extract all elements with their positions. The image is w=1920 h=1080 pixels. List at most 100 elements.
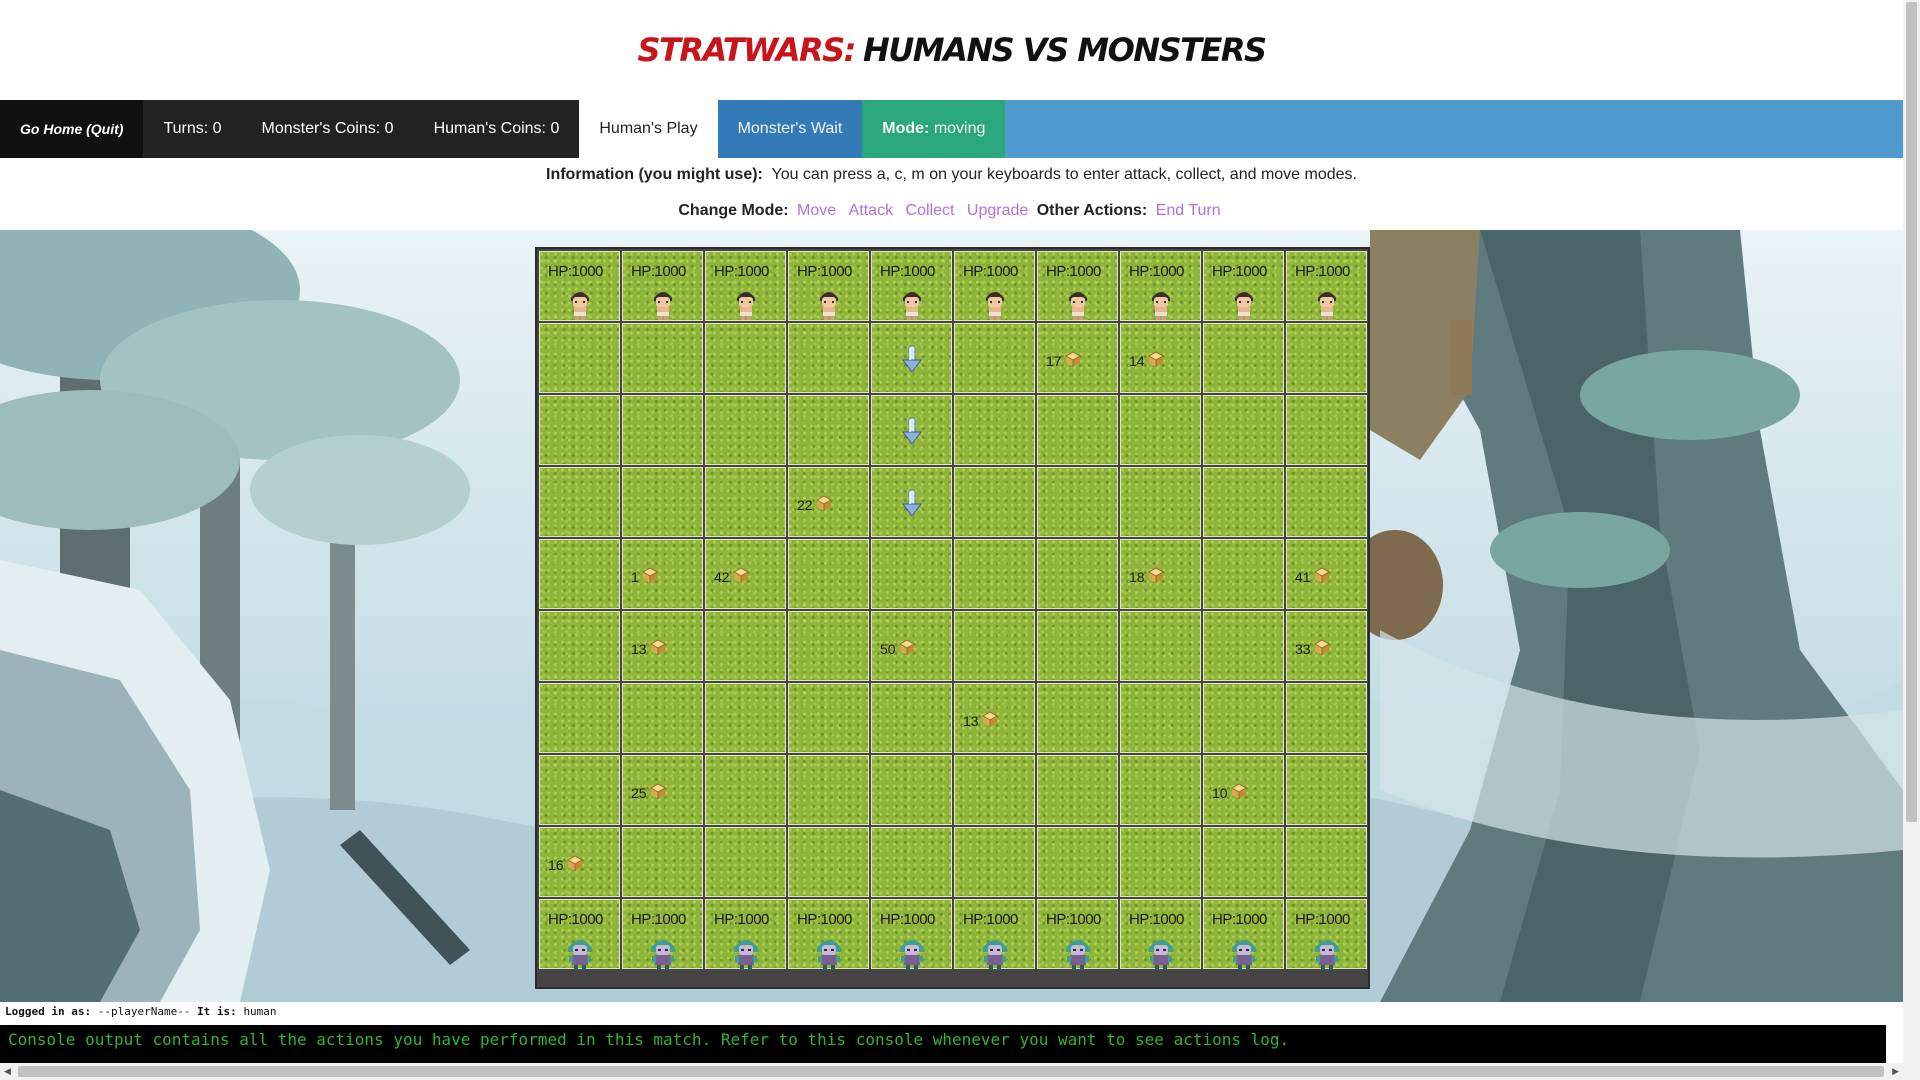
scroll-right-arrow-icon[interactable]: ▶	[1892, 1066, 1899, 1077]
coin-pile[interactable]: 33	[1295, 638, 1331, 659]
board-cell[interactable]	[871, 755, 952, 825]
board-cell[interactable]: HP:1000	[1120, 251, 1201, 321]
board-cell[interactable]: HP:1000	[705, 251, 786, 321]
human-unit-icon[interactable]	[1147, 286, 1175, 325]
coin-pile[interactable]: 18	[1129, 566, 1165, 587]
board-cell[interactable]: HP:1000	[539, 899, 620, 970]
human-unit-icon[interactable]	[649, 286, 677, 325]
end-turn-link[interactable]: End Turn	[1156, 202, 1221, 219]
board-cell[interactable]	[871, 539, 952, 609]
human-unit-icon[interactable]	[815, 286, 843, 325]
board-cell[interactable]	[1037, 539, 1118, 609]
coin-pile[interactable]: 25	[631, 782, 667, 803]
board-cell[interactable]	[622, 467, 703, 537]
board-cell[interactable]: 14	[1120, 323, 1201, 393]
board-cell[interactable]: 17	[1037, 323, 1118, 393]
humans-play-tab[interactable]: Human's Play	[579, 100, 718, 158]
board-cell[interactable]	[705, 323, 786, 393]
coin-pile[interactable]: 42	[714, 566, 750, 587]
board-cell[interactable]	[705, 611, 786, 681]
board-cell[interactable]	[954, 395, 1035, 465]
board-cell[interactable]: HP:1000	[622, 899, 703, 970]
board-cell[interactable]: 13	[622, 611, 703, 681]
monster-unit-icon[interactable]	[814, 934, 844, 975]
coin-pile[interactable]: 22	[797, 494, 833, 515]
monster-unit-icon[interactable]	[980, 934, 1010, 975]
board-cell[interactable]	[871, 395, 952, 465]
board-cell[interactable]	[788, 827, 869, 897]
board-cell[interactable]: 41	[1286, 539, 1367, 609]
coin-pile[interactable]: 10	[1212, 782, 1248, 803]
board-cell[interactable]: 50	[871, 611, 952, 681]
monster-unit-icon[interactable]	[1063, 934, 1093, 975]
board-cell[interactable]	[705, 395, 786, 465]
board-cell[interactable]	[705, 467, 786, 537]
human-unit-icon[interactable]	[732, 286, 760, 325]
board-cell[interactable]: HP:1000	[1203, 899, 1284, 970]
coin-pile[interactable]: 13	[963, 710, 999, 731]
horizontal-scroll-thumb[interactable]	[18, 1066, 1884, 1077]
board-cell[interactable]	[1120, 683, 1201, 753]
board-cell[interactable]	[1286, 683, 1367, 753]
board-cell[interactable]	[954, 539, 1035, 609]
board-cell[interactable]	[954, 467, 1035, 537]
board-cell[interactable]: HP:1000	[1286, 899, 1367, 970]
board-cell[interactable]	[539, 683, 620, 753]
board-cell[interactable]	[871, 323, 952, 393]
coin-pile[interactable]: 17	[1046, 350, 1082, 371]
board-cell[interactable]: HP:1000	[1120, 899, 1201, 970]
coin-pile[interactable]: 1	[631, 566, 659, 587]
board-cell[interactable]	[539, 611, 620, 681]
board-cell[interactable]	[1120, 755, 1201, 825]
board-cell[interactable]	[1120, 395, 1201, 465]
board-cell[interactable]	[1203, 683, 1284, 753]
board-cell[interactable]	[788, 755, 869, 825]
go-home-quit-button[interactable]: Go Home (Quit)	[0, 100, 144, 158]
monster-unit-icon[interactable]	[731, 934, 761, 975]
board-cell[interactable]	[1037, 683, 1118, 753]
vertical-scroll-thumb[interactable]	[1906, 2, 1917, 822]
human-unit-icon[interactable]	[566, 286, 594, 325]
human-unit-icon[interactable]	[1230, 286, 1258, 325]
board-cell[interactable]	[1203, 467, 1284, 537]
board-cell[interactable]	[622, 323, 703, 393]
board-cell[interactable]	[954, 755, 1035, 825]
board-cell[interactable]	[705, 683, 786, 753]
horizontal-scrollbar[interactable]: ◀ ▶	[0, 1063, 1903, 1080]
board-cell[interactable]	[705, 755, 786, 825]
upgrade-mode-link[interactable]: Upgrade	[967, 202, 1028, 219]
board-cell[interactable]	[1286, 827, 1367, 897]
monster-unit-icon[interactable]	[897, 934, 927, 975]
board-cell[interactable]	[539, 755, 620, 825]
board-cell[interactable]	[1286, 323, 1367, 393]
board-cell[interactable]: 25	[622, 755, 703, 825]
board-cell[interactable]	[954, 323, 1035, 393]
board-cell[interactable]: 42	[705, 539, 786, 609]
board-cell[interactable]: 16	[539, 827, 620, 897]
human-unit-icon[interactable]	[1064, 286, 1092, 325]
board-cell[interactable]: HP:1000	[1037, 899, 1118, 970]
scroll-left-arrow-icon[interactable]: ◀	[4, 1066, 11, 1077]
move-arrow-down-icon[interactable]	[901, 488, 923, 523]
human-unit-icon[interactable]	[1313, 286, 1341, 325]
board-cell[interactable]	[871, 827, 952, 897]
collect-mode-link[interactable]: Collect	[906, 202, 955, 219]
attack-mode-link[interactable]: Attack	[849, 202, 893, 219]
board-cell[interactable]: HP:1000	[1286, 251, 1367, 321]
coin-pile[interactable]: 16	[548, 854, 584, 875]
monster-unit-icon[interactable]	[1312, 934, 1342, 975]
board-cell[interactable]	[1286, 395, 1367, 465]
board-cell[interactable]: HP:1000	[871, 251, 952, 321]
board-cell[interactable]	[622, 683, 703, 753]
board-cell[interactable]	[1286, 755, 1367, 825]
board-cell[interactable]: HP:1000	[788, 899, 869, 970]
board-cell[interactable]	[622, 395, 703, 465]
vertical-scrollbar[interactable]	[1903, 0, 1920, 1080]
board-cell[interactable]	[1037, 827, 1118, 897]
board-cell[interactable]	[1037, 755, 1118, 825]
move-mode-link[interactable]: Move	[797, 202, 836, 219]
board-cell[interactable]	[788, 395, 869, 465]
board-cell[interactable]: 10	[1203, 755, 1284, 825]
board-cell[interactable]	[1203, 827, 1284, 897]
board-cell[interactable]	[1203, 539, 1284, 609]
